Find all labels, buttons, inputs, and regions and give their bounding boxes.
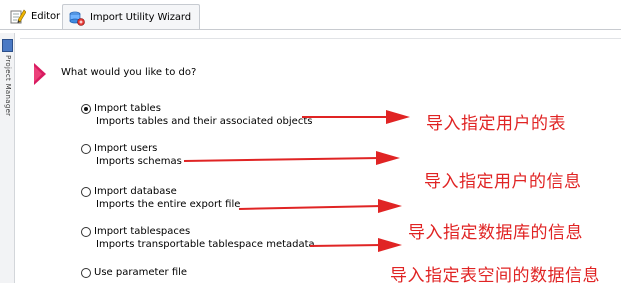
wizard-question: What would you like to do? bbox=[61, 67, 197, 78]
pencil-editor-icon bbox=[10, 9, 26, 24]
tab-divider bbox=[0, 29, 621, 30]
option-import-tables[interactable]: Import tables Imports tables and their a… bbox=[81, 102, 341, 128]
option-import-database[interactable]: Import database Imports the entire expor… bbox=[81, 185, 341, 211]
annotation-import-database-info: 导入指定数据库的信息 bbox=[408, 223, 583, 243]
option-description: Imports transportable tablespace metadat… bbox=[96, 239, 315, 250]
option-label[interactable]: Import tables bbox=[94, 102, 161, 115]
radio-selected-dot bbox=[84, 106, 88, 111]
panel-toggle-icon[interactable] bbox=[2, 39, 13, 52]
radio-import-tables[interactable] bbox=[81, 103, 91, 114]
radio-import-tablespaces[interactable] bbox=[81, 226, 91, 237]
option-label[interactable]: Use parameter file bbox=[94, 266, 187, 279]
option-import-users[interactable]: Import users Imports schemas bbox=[81, 142, 341, 168]
option-label[interactable]: Import users bbox=[94, 142, 157, 155]
radio-use-parameter-file[interactable] bbox=[81, 267, 91, 278]
option-description: Imports schemas bbox=[96, 156, 182, 167]
project-manager-label[interactable]: Project Manager bbox=[2, 55, 12, 116]
tab-editor-label: Editor bbox=[31, 10, 60, 22]
option-use-parameter-file[interactable]: Use parameter file bbox=[81, 266, 341, 279]
radio-import-users[interactable] bbox=[81, 143, 91, 154]
option-description: Imports the entire export file bbox=[96, 199, 241, 210]
tab-import-utility-wizard[interactable]: Import Utility Wizard bbox=[62, 4, 200, 30]
radio-import-database[interactable] bbox=[81, 186, 91, 197]
annotation-import-tablespace-info: 导入指定表空间的数据信息 bbox=[390, 266, 600, 286]
annotation-import-user-info: 导入指定用户的信息 bbox=[424, 172, 582, 192]
option-label[interactable]: Import tablespaces bbox=[94, 225, 190, 238]
wizard-pane: What would you like to do? Import tables… bbox=[20, 38, 621, 284]
tab-editor[interactable]: Editor bbox=[6, 4, 64, 28]
option-import-tablespaces[interactable]: Import tablespaces Imports transportable… bbox=[81, 225, 341, 251]
project-manager-rail[interactable]: Project Manager bbox=[0, 33, 15, 283]
database-wizard-icon bbox=[69, 11, 85, 26]
option-description: Imports tables and their associated obje… bbox=[96, 116, 313, 127]
annotation-import-user-tables: 导入指定用户的表 bbox=[426, 114, 566, 134]
tab-wizard-label: Import Utility Wizard bbox=[90, 12, 191, 23]
tab-bar: Editor Import Utility Wizard bbox=[0, 0, 621, 33]
step-pointer-icon bbox=[34, 63, 46, 85]
option-label[interactable]: Import database bbox=[94, 185, 177, 198]
